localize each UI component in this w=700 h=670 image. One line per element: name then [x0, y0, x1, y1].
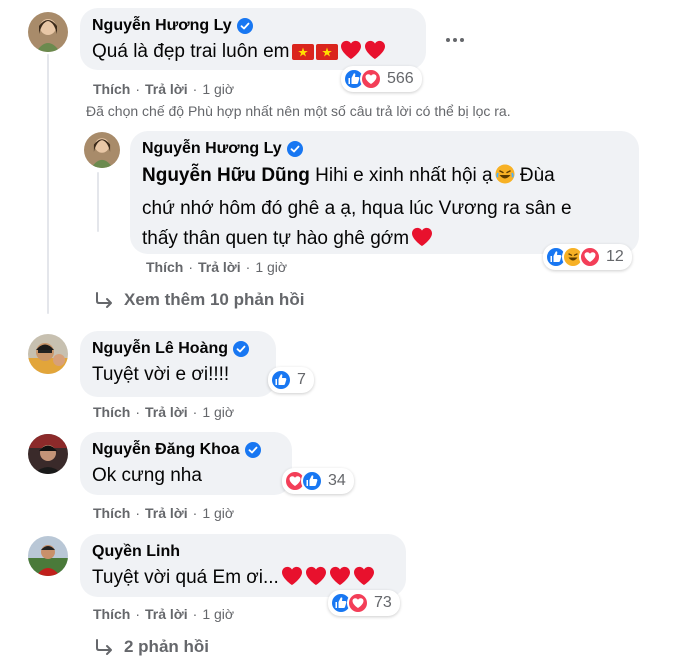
reaction-count[interactable]: 7	[297, 371, 310, 389]
view-more-replies-label[interactable]: Xem thêm 10 phản hồi	[124, 290, 304, 310]
comment-bubble: Nguyễn Hương Ly Nguyễn Hữu Dũng Hihi e x…	[130, 131, 639, 254]
avatar[interactable]	[28, 434, 68, 474]
separator: ·	[135, 81, 141, 97]
red-heart-icon	[281, 566, 303, 595]
reply-button[interactable]: Trả lời	[198, 259, 241, 275]
timestamp[interactable]: 1 giờ	[202, 81, 234, 97]
laughing-emoji-icon	[495, 164, 515, 194]
author-name[interactable]: Nguyễn Lê Hoàng	[92, 339, 228, 359]
thread-line	[47, 54, 49, 314]
avatar[interactable]	[84, 132, 120, 168]
reply-button[interactable]: Trả lời	[145, 81, 188, 97]
vietnam-flag-icon	[315, 41, 338, 69]
like-button[interactable]: Thích	[93, 404, 130, 420]
comment-actions: Thích · Trả lời · 1 giờ	[93, 505, 234, 521]
more-options-icon[interactable]	[441, 28, 469, 52]
love-reaction-icon	[347, 592, 369, 614]
separator: ·	[135, 404, 141, 420]
reaction-summary[interactable]: 34	[282, 468, 354, 494]
reply-arrow-icon	[96, 639, 112, 655]
author-name[interactable]: Nguyễn Hương Ly	[142, 139, 282, 159]
reply-button[interactable]: Trả lời	[145, 404, 188, 420]
like-reaction-icon	[301, 470, 323, 492]
reaction-summary[interactable]: 73	[328, 590, 400, 616]
reaction-summary[interactable]: 566	[341, 66, 422, 92]
verified-badge-icon	[286, 141, 303, 157]
separator: ·	[192, 606, 198, 622]
comment-actions: Thích · Trả lời · 1 giờ	[93, 404, 234, 420]
avatar[interactable]	[28, 536, 68, 576]
comment-text-content: Đùa	[519, 165, 555, 186]
comment-bubble: Nguyễn Lê Hoàng Tuyệt vời e ơi!!!!	[80, 331, 276, 397]
separator: ·	[135, 606, 141, 622]
comment-author[interactable]: Nguyễn Hương Ly	[92, 16, 414, 36]
comment-author[interactable]: Nguyễn Hương Ly	[142, 139, 627, 159]
separator: ·	[188, 259, 194, 275]
comment-text: Tuyệt vời e ơi!!!!	[92, 364, 230, 385]
view-replies-label[interactable]: 2 phản hồi	[124, 637, 209, 657]
avatar[interactable]	[28, 334, 68, 374]
comment-author[interactable]: Nguyễn Đăng Khoa	[92, 440, 280, 460]
comment-actions: Thích · Trả lời · 1 giờ	[93, 606, 234, 622]
like-button[interactable]: Thích	[146, 259, 183, 275]
verified-badge-icon	[236, 18, 253, 34]
comment-bubble: Nguyễn Hương Ly Quá là đẹp trai luôn em	[80, 8, 426, 70]
comment-text-content: Quá là đẹp trai luôn em	[92, 41, 290, 62]
reaction-count[interactable]: 73	[374, 594, 396, 612]
mention-link[interactable]: Nguyễn Hữu Dũng	[142, 165, 310, 186]
like-button[interactable]: Thích	[93, 81, 130, 97]
comment-text-content: thấy thân quen tự hào ghê gớm	[142, 228, 410, 249]
view-more-replies-link[interactable]: Xem thêm 10 phản hồi	[94, 290, 304, 310]
timestamp[interactable]: 1 giờ	[202, 404, 234, 420]
view-replies-link[interactable]: 2 phản hồi	[94, 637, 209, 657]
comment-text: Ok cưng nha	[92, 465, 202, 486]
thread-line	[97, 172, 99, 232]
separator: ·	[135, 505, 141, 521]
reaction-count[interactable]: 12	[606, 248, 628, 266]
red-heart-icon	[364, 40, 386, 69]
comment-actions: Thích · Trả lời · 1 giờ	[146, 259, 287, 275]
reaction-count[interactable]: 34	[328, 472, 350, 490]
comment-text: Quá là đẹp trai luôn em	[92, 38, 414, 69]
timestamp[interactable]: 1 giờ	[202, 606, 234, 622]
reaction-summary[interactable]: 12	[543, 244, 632, 270]
separator: ·	[245, 259, 251, 275]
vietnam-flag-icon	[291, 41, 314, 69]
author-name[interactable]: Nguyễn Đăng Khoa	[92, 440, 240, 460]
reaction-count[interactable]: 566	[387, 70, 418, 88]
love-reaction-icon	[360, 68, 382, 90]
comment-actions: Thích · Trả lời · 1 giờ	[93, 81, 234, 97]
comment-bubble: Quyền Linh Tuyệt vời quá Em ơi...	[80, 534, 406, 597]
verified-badge-icon	[233, 341, 250, 357]
like-button[interactable]: Thích	[93, 606, 130, 622]
comment-bubble: Nguyễn Đăng Khoa Ok cưng nha	[80, 432, 292, 495]
comment-author[interactable]: Nguyễn Lê Hoàng	[92, 339, 264, 359]
comment-text: Nguyễn Hữu Dũng Hihi e xinh nhất hội ạ Đ…	[142, 161, 627, 257]
like-button[interactable]: Thích	[93, 505, 130, 521]
comment-author[interactable]: Quyền Linh	[92, 542, 394, 562]
comment-text-content: Tuyệt vời quá Em ơi...	[92, 567, 279, 588]
reply-button[interactable]: Trả lời	[145, 606, 188, 622]
love-reaction-icon	[579, 246, 601, 268]
reply-arrow-icon	[96, 292, 112, 308]
reply-button[interactable]: Trả lời	[145, 505, 188, 521]
reaction-summary[interactable]: 7	[268, 367, 314, 393]
like-reaction-icon	[270, 369, 292, 391]
timestamp[interactable]: 1 giờ	[255, 259, 287, 275]
author-name[interactable]: Quyền Linh	[92, 542, 180, 562]
separator: ·	[192, 404, 198, 420]
author-name[interactable]: Nguyễn Hương Ly	[92, 16, 232, 36]
red-heart-icon	[340, 40, 362, 69]
verified-badge-icon	[244, 442, 261, 458]
red-heart-icon	[411, 227, 433, 257]
separator: ·	[192, 505, 198, 521]
separator: ·	[192, 81, 198, 97]
comment-text-content: Hihi e xinh nhất hội ạ	[315, 165, 493, 186]
comment-text-content: chứ nhớ hôm đó ghê a ạ, hqua lúc Vương r…	[142, 198, 572, 219]
avatar[interactable]	[28, 12, 68, 52]
red-heart-icon	[305, 566, 327, 595]
timestamp[interactable]: 1 giờ	[202, 505, 234, 521]
filter-note: Đã chọn chế độ Phù hợp nhất nên một số c…	[86, 103, 511, 119]
